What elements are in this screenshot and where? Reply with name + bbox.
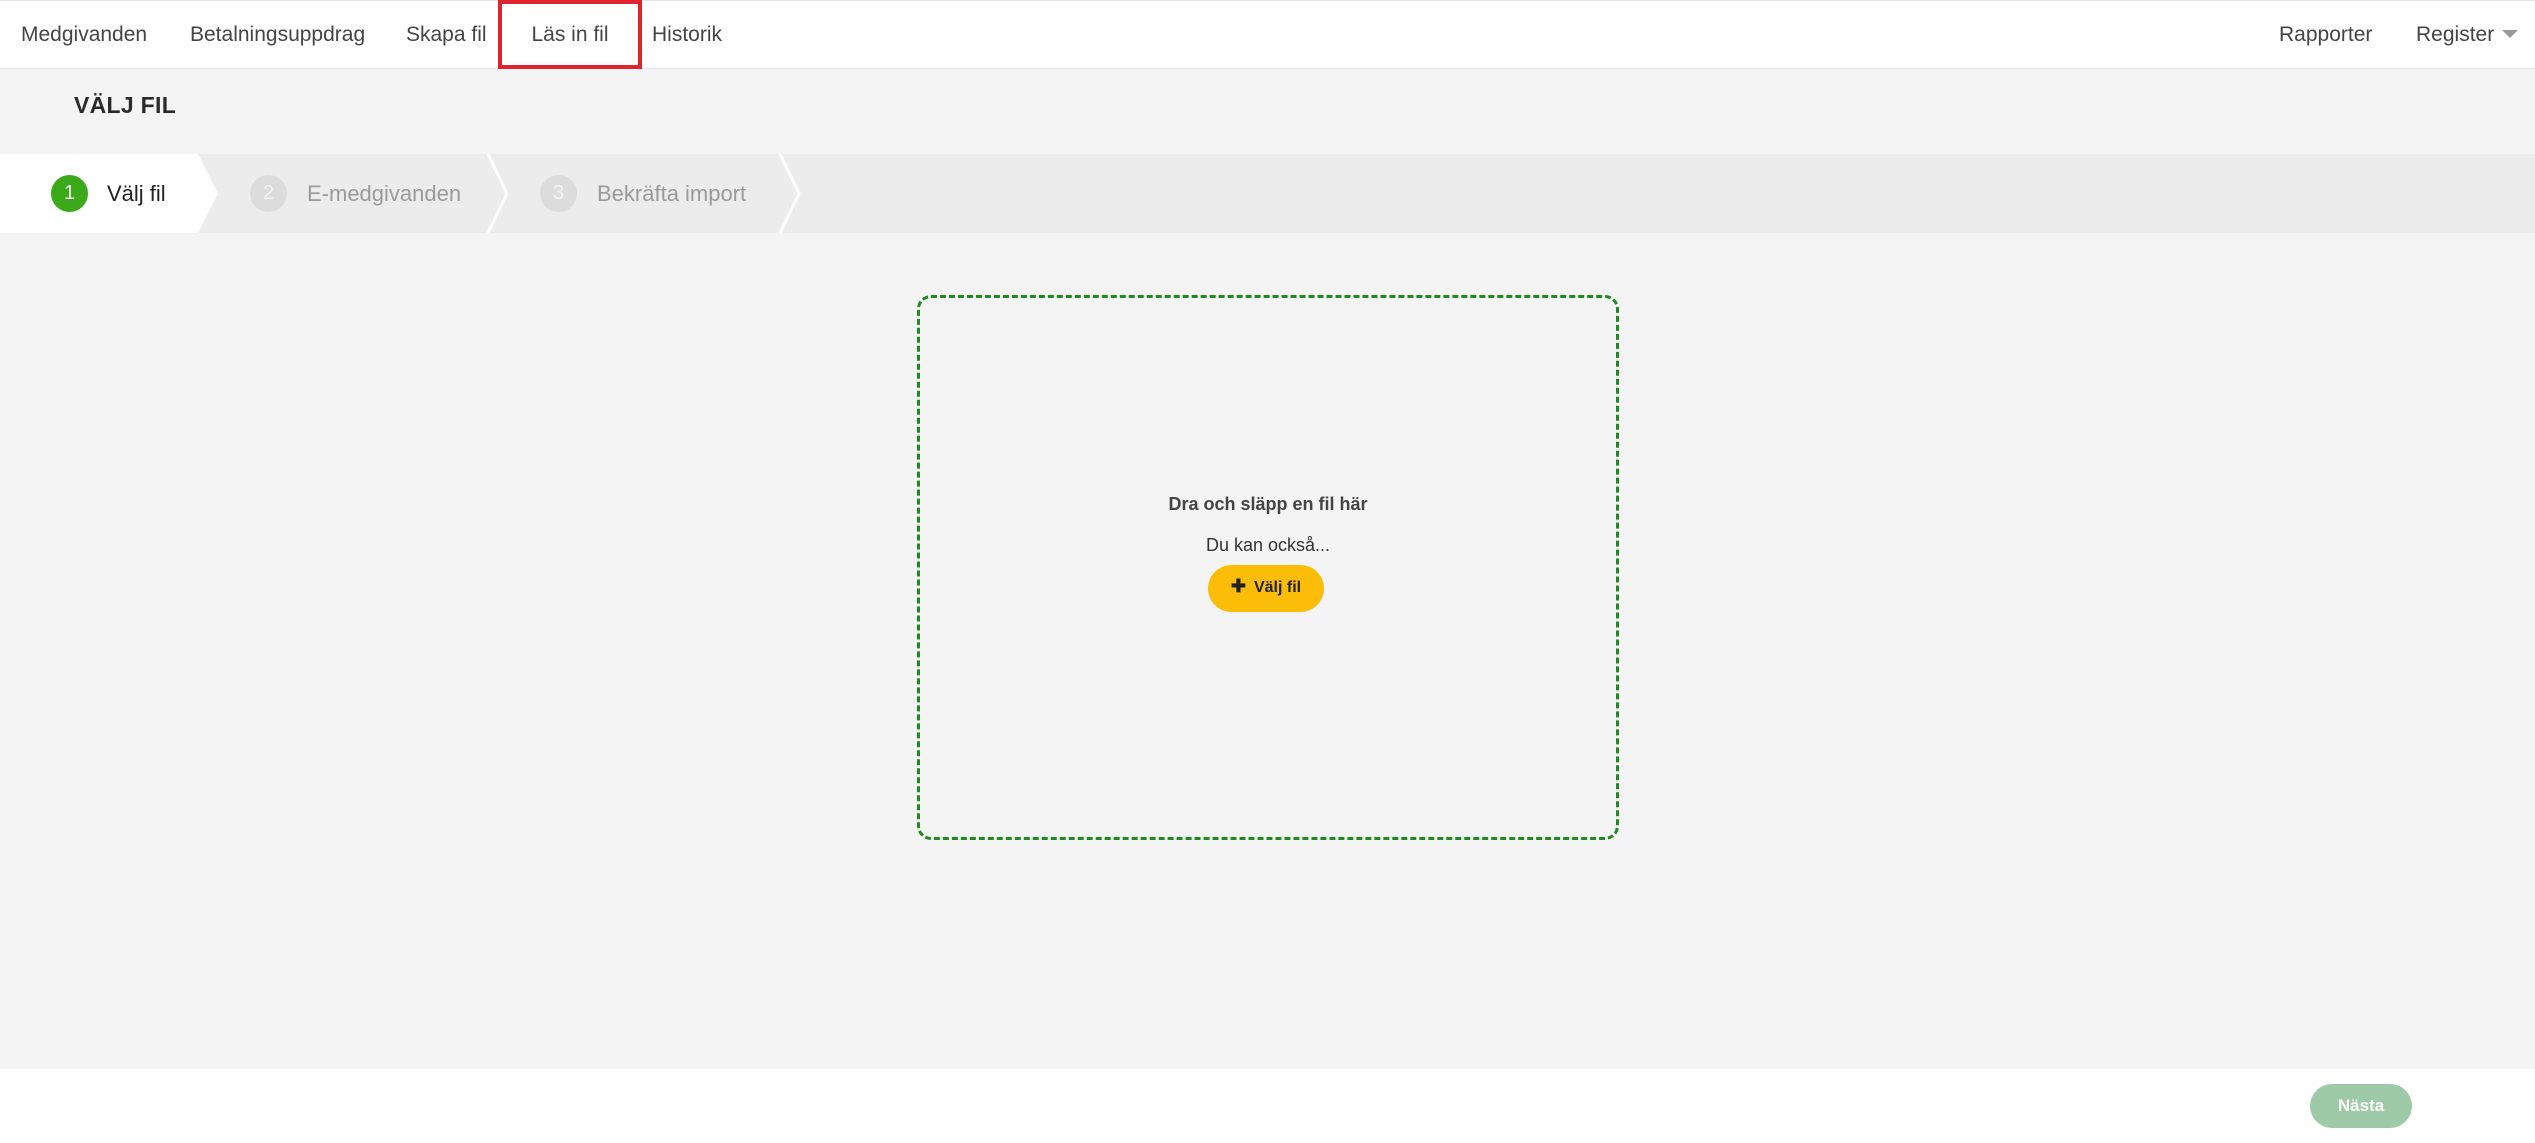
step-2: 2 E-medgivanden [218,154,508,233]
main-content: Dra och släpp en fil här Du kan också...… [0,233,2535,1069]
nav-item-register[interactable]: Register [2416,1,2519,68]
nav-item-medgivanden[interactable]: Medgivanden [21,1,147,68]
dropzone-subtitle: Du kan också... [1205,535,1331,555]
step-1-number: 1 [51,175,88,212]
choose-file-button[interactable]: ✚ Välj fil [1208,565,1324,612]
page-title: VÄLJ FIL [74,92,177,118]
plus-icon: ✚ [1230,576,1246,597]
step-2-number: 2 [250,175,287,212]
step-3-number: 3 [540,175,577,212]
chevron-down-icon [2502,30,2519,39]
step-2-label: E-medgivanden [307,181,462,206]
nav-item-las-in-fil[interactable]: Läs in fil [498,0,642,69]
nav-item-skapa-fil[interactable]: Skapa fil [406,1,487,68]
footer-bar: Nästa [0,1069,2535,1143]
top-navigation: Medgivanden Betalningsuppdrag Skapa fil … [0,0,2535,69]
step-3-label: Bekräfta import [597,181,747,206]
file-dropzone[interactable]: Dra och släpp en fil här Du kan också...… [917,295,1619,840]
next-button[interactable]: Nästa [2310,1084,2412,1128]
choose-file-label: Välj fil [1253,579,1302,597]
nav-item-register-label: Register [2416,23,2495,46]
import-stepper: 1 Välj fil 2 E-medgivanden 3 Bekräfta im… [0,154,2535,233]
step-1-label: Välj fil [107,181,166,206]
nav-item-historik[interactable]: Historik [652,1,722,68]
step-3: 3 Bekräfta import [508,154,800,233]
page-header: VÄLJ FIL [0,69,2535,154]
step-1: 1 Välj fil [0,154,218,233]
nav-item-rapporter[interactable]: Rapporter [2279,1,2372,68]
dropzone-title: Dra och släpp en fil här [1168,494,1368,514]
nav-item-betalningsuppdrag[interactable]: Betalningsuppdrag [190,1,365,68]
